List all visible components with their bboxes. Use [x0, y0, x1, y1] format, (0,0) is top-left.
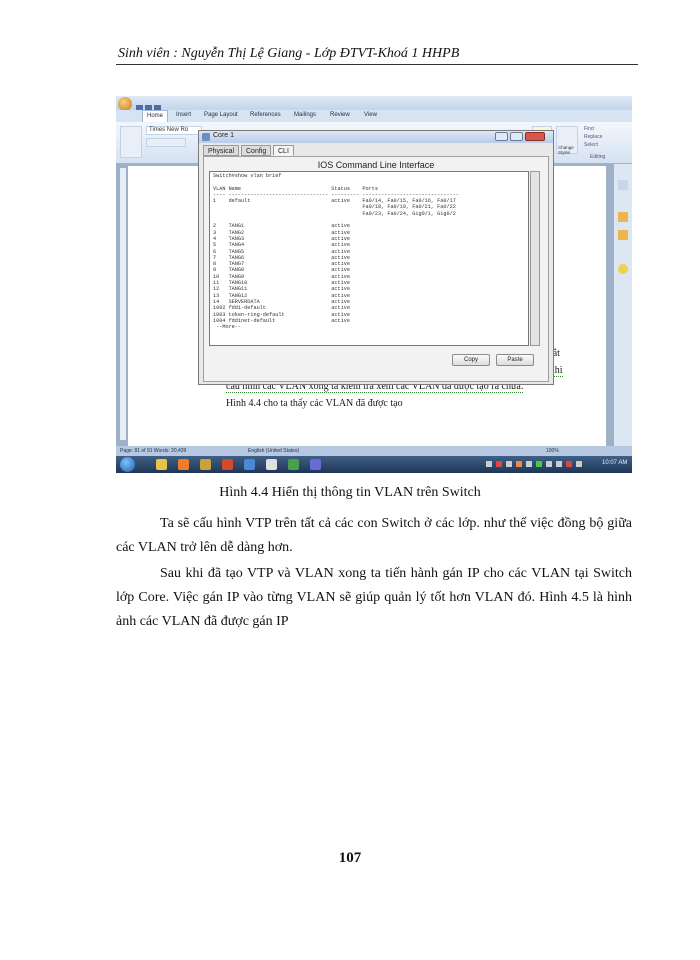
gallery-icon[interactable]	[618, 264, 628, 274]
word-ribbon-tabs: Home Insert Page Layout References Maili…	[116, 110, 632, 122]
zoom-icon[interactable]	[618, 180, 628, 190]
cli-dialog: Core 1 Physical Config CLI IOS Command L…	[198, 130, 554, 385]
tray-icon-2[interactable]	[496, 461, 502, 467]
editing-group-label: Editing	[590, 154, 606, 160]
font-name-box[interactable]: Times New Ro	[146, 126, 202, 135]
bold-italic-underline-icons[interactable]	[146, 138, 186, 147]
word-tab-view[interactable]: View	[364, 112, 377, 118]
tray-icon-3[interactable]	[506, 461, 512, 467]
taskbar-network-icon[interactable]	[288, 459, 299, 470]
status-language[interactable]: English (United States)	[248, 448, 299, 454]
tray-icon-7[interactable]	[546, 461, 552, 467]
envelope-icon[interactable]	[618, 230, 628, 240]
device-icon	[202, 133, 210, 141]
taskbar-folder-icon[interactable]	[156, 459, 167, 470]
cli-window-title: Core 1	[213, 132, 235, 139]
cli-terminal-output: Switch#show vlan brief VLAN Name Status …	[213, 173, 459, 331]
word-tab-references[interactable]: References	[250, 112, 281, 118]
cli-scrollbar[interactable]	[530, 171, 540, 346]
copy-button[interactable]: Copy	[452, 354, 490, 366]
select-button[interactable]: Select	[584, 142, 598, 148]
font-name-value: Times New Ro	[149, 127, 189, 133]
windows-taskbar: 10:07 AM	[116, 456, 632, 473]
paste-button[interactable]: Paste	[496, 354, 534, 366]
word-side-panel	[614, 164, 632, 446]
taskbar-media-icon[interactable]	[178, 459, 189, 470]
paragraph-2: Sau khi đã tạo VTP và VLAN xong ta tiến …	[116, 566, 632, 629]
tray-icon-8[interactable]	[556, 461, 562, 467]
header-rule	[116, 64, 638, 65]
change-styles-icon[interactable]: Change Styles	[556, 126, 578, 155]
page-number: 107	[338, 850, 362, 866]
taskbar-explorer-icon[interactable]	[200, 459, 211, 470]
tray-icon-9[interactable]	[566, 461, 572, 467]
word-tab-review[interactable]: Review	[330, 112, 350, 118]
word-tab-home[interactable]: Home	[142, 110, 169, 122]
cli-panel: IOS Command Line Interface Switch#show v…	[203, 156, 549, 382]
figure-screenshot: Home Insert Page Layout References Maili…	[116, 96, 632, 473]
find-button[interactable]: Find	[584, 126, 594, 132]
cli-titlebar[interactable]: Core 1	[199, 131, 553, 143]
vertical-ruler	[120, 168, 126, 440]
tray-icon-10[interactable]	[576, 461, 582, 467]
tray-icon-5[interactable]	[526, 461, 532, 467]
status-page-words: Page: 81 of 91 Words: 20,439	[120, 448, 187, 454]
tab-cli[interactable]: CLI	[273, 145, 294, 156]
paste-icon[interactable]	[120, 126, 142, 158]
tray-icon-1[interactable]	[486, 461, 492, 467]
word-tab-mailings[interactable]: Mailings	[294, 112, 316, 118]
close-icon[interactable]	[525, 132, 545, 141]
minimize-icon[interactable]	[495, 132, 508, 141]
page-header: Sinh viên : Nguyễn Thị Lệ Giang - Lớp ĐT…	[118, 46, 460, 61]
tab-physical[interactable]: Physical	[203, 145, 240, 156]
folder-icon[interactable]	[618, 212, 628, 222]
paragraph-1: Ta sẽ cấu hình VTP trên tất cả các con S…	[116, 516, 632, 555]
word-tab-insert[interactable]: Insert	[176, 112, 191, 118]
maximize-icon[interactable]	[510, 132, 523, 141]
taskbar-extra-icon[interactable]	[310, 459, 321, 470]
quick-access-toolbar	[136, 99, 176, 112]
cli-terminal[interactable]: Switch#show vlan brief VLAN Name Status …	[209, 171, 529, 346]
figure-caption: Hình 4.4 Hiển thị thông tin VLAN trên Sw…	[219, 485, 481, 500]
tab-config[interactable]: Config	[241, 145, 272, 156]
tray-clock[interactable]: 10:07 AM	[602, 460, 627, 466]
office-button[interactable]	[118, 97, 132, 111]
taskbar-app-icon[interactable]	[222, 459, 233, 470]
start-button-icon[interactable]	[120, 457, 135, 472]
doc-line-2: Hình 4.4 cho ta thấy các VLAN đã được tạ…	[226, 398, 403, 409]
status-zoom[interactable]: 100%	[546, 448, 559, 454]
taskbar-word-icon[interactable]	[244, 459, 255, 470]
word-titlebar	[116, 96, 632, 112]
word-tab-page-layout[interactable]: Page Layout	[204, 112, 238, 118]
replace-button[interactable]: Replace	[584, 134, 602, 140]
cli-heading: IOS Command Line Interface	[317, 160, 435, 170]
change-styles-label: Change Styles	[558, 145, 574, 155]
word-statusbar: Page: 81 of 91 Words: 20,439 English (Un…	[116, 446, 632, 456]
tray-icon-4[interactable]	[516, 461, 522, 467]
taskbar-packet-tracer-icon[interactable]	[266, 459, 277, 470]
tray-icon-6[interactable]	[536, 461, 542, 467]
